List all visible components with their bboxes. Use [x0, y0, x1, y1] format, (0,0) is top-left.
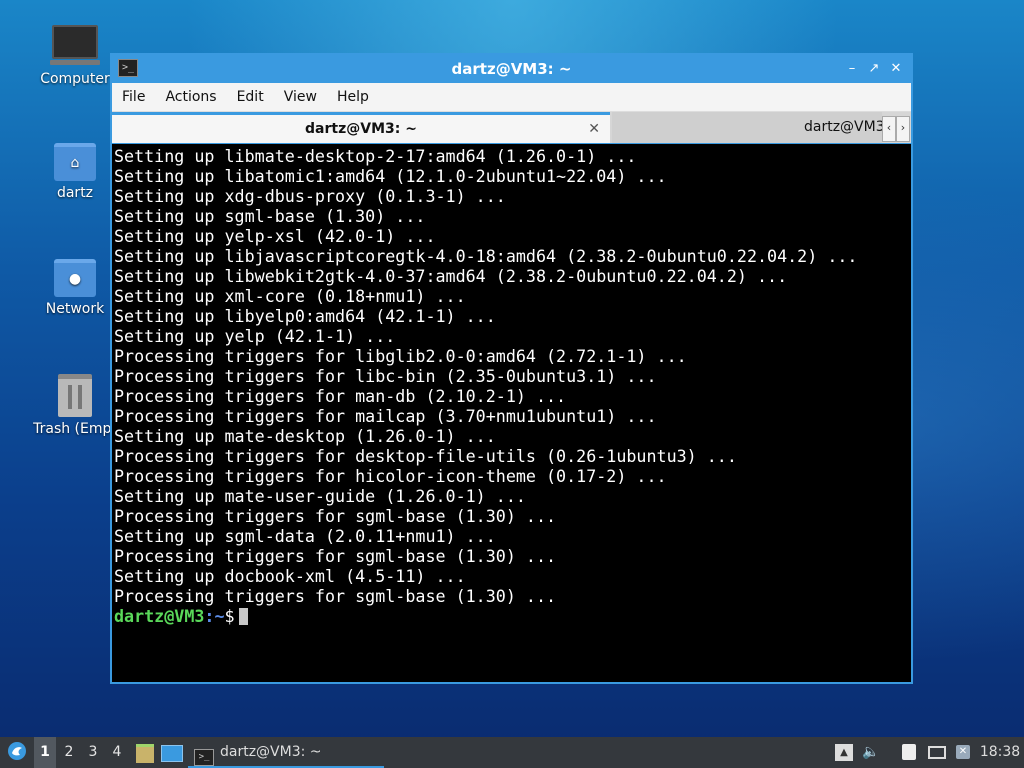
trash-icon	[58, 374, 92, 417]
window-titlebar[interactable]: >_ dartz@VM3: ~ – ↗ ✕	[112, 55, 911, 83]
network-folder-icon: ●	[54, 259, 96, 297]
terminal-line: Setting up docbook-xml (4.5-11) ...	[114, 566, 466, 586]
start-menu-button[interactable]	[4, 737, 30, 768]
menu-help[interactable]: Help	[327, 83, 379, 111]
terminal-line: Setting up libmate-desktop-2-17:amd64 (1…	[114, 146, 637, 166]
terminal-line: Processing triggers for man-db (2.10.2-1…	[114, 386, 567, 406]
terminal-line: Processing triggers for sgml-base (1.30)…	[114, 586, 557, 606]
prompt-user-host: dartz@VM3	[114, 606, 205, 626]
prompt-symbol: $	[224, 606, 235, 626]
desktop-icon-label: Trash (Empt	[33, 421, 117, 437]
minimize-button[interactable]: –	[843, 60, 861, 78]
desktop-icon-label: dartz	[56, 185, 94, 201]
tab-bar: dartz@VM3: ~ ✕ dartz@VM3: ~ ‹ ›	[112, 112, 911, 143]
tab-terminal-2[interactable]: dartz@VM3: ~	[612, 112, 882, 143]
terminal-window: >_ dartz@VM3: ~ – ↗ ✕ File Actions Edit Vie…	[110, 53, 913, 684]
menu-view[interactable]: View	[274, 83, 327, 111]
terminal-prompt: dartz@VM3:~$	[114, 606, 911, 626]
taskbar: 1 2 3 4 >_ dartz@VM3: ~ ▲ 🔈 ✕ 18:38	[0, 737, 1024, 768]
terminal-line: Setting up libatomic1:amd64 (12.1.0-2ubu…	[114, 166, 667, 186]
text-cursor	[238, 608, 248, 625]
menu-actions[interactable]: Actions	[155, 83, 226, 111]
tab-label: dartz@VM3: ~	[804, 119, 882, 135]
menu-edit[interactable]: Edit	[227, 83, 274, 111]
clock[interactable]: 18:38	[978, 737, 1022, 768]
workspace-4[interactable]: 4	[106, 737, 128, 768]
taskbar-terminal-task[interactable]: >_ dartz@VM3: ~	[188, 737, 384, 768]
desktop-icon-computer[interactable]: Computer	[30, 25, 120, 87]
file-manager-icon	[136, 744, 154, 763]
terminal-lines: Setting up libmate-desktop-2-17:amd64 (1…	[112, 144, 911, 626]
file-manager-launcher[interactable]	[134, 737, 156, 768]
terminal-line: Setting up mate-user-guide (1.26.0-1) ..…	[114, 486, 526, 506]
menubar: File Actions Edit View Help	[112, 83, 911, 112]
volume-icon[interactable]: 🔈	[862, 744, 880, 761]
window-title: dartz@VM3: ~	[451, 60, 572, 78]
desktop-icon-trash[interactable]: Trash (Empt	[30, 374, 120, 437]
tab-close-icon[interactable]: ✕	[588, 115, 600, 143]
workspace-1[interactable]: 1	[34, 737, 56, 768]
tray-up-arrow-icon[interactable]: ▲	[835, 744, 853, 761]
desktop-icon-label: Network	[45, 301, 105, 317]
terminal-line: Processing triggers for desktop-file-uti…	[114, 446, 737, 466]
distro-logo-icon	[8, 742, 26, 760]
prompt-path: :~	[204, 606, 225, 626]
terminal-line: Setting up xml-core (0.18+nmu1) ...	[114, 286, 466, 306]
tab-terminal-1[interactable]: dartz@VM3: ~ ✕	[112, 112, 610, 143]
terminal-line: Setting up libwebkit2gtk-4.0-37:amd64 (2…	[114, 266, 788, 286]
terminal-line: Processing triggers for libglib2.0-0:amd…	[114, 346, 687, 366]
terminal-line: Setting up yelp (42.1-1) ...	[114, 326, 396, 346]
computer-icon	[50, 25, 100, 65]
network-wired-icon[interactable]	[927, 744, 947, 761]
terminal-output[interactable]: Setting up libmate-desktop-2-17:amd64 (1…	[112, 144, 911, 682]
updates-icon[interactable]: ✕	[954, 744, 972, 761]
terminal-line: Setting up libjavascriptcoregtk-4.0-18:a…	[114, 246, 858, 266]
terminal-line: Setting up libyelp0:amd64 (42.1-1) ...	[114, 306, 496, 326]
close-button[interactable]: ✕	[887, 60, 905, 78]
home-folder-icon: ⌂	[54, 143, 96, 181]
desktop-icon-label: Computer	[40, 71, 110, 87]
tab-scroll-left-icon[interactable]: ‹	[882, 116, 896, 142]
terminal-line: Processing triggers for hicolor-icon-the…	[114, 466, 667, 486]
terminal-line: Setting up xdg-dbus-proxy (0.1.3-1) ...	[114, 186, 506, 206]
terminal-line: Processing triggers for sgml-base (1.30)…	[114, 506, 557, 526]
show-desktop-button[interactable]	[160, 737, 184, 768]
workspace-2[interactable]: 2	[58, 737, 80, 768]
desktop-icon-network[interactable]: ● Network	[30, 259, 120, 317]
tab-scroll-right-icon[interactable]: ›	[896, 116, 910, 142]
terminal-line: Processing triggers for libc-bin (2.35-0…	[114, 366, 657, 386]
terminal-line: Processing triggers for mailcap (3.70+nm…	[114, 406, 657, 426]
menu-file[interactable]: File	[112, 83, 155, 111]
workspace-3[interactable]: 3	[82, 737, 104, 768]
show-desktop-icon	[161, 745, 183, 762]
terminal-line: Setting up mate-desktop (1.26.0-1) ...	[114, 426, 496, 446]
terminal-line: Setting up sgml-data (2.0.11+nmu1) ...	[114, 526, 496, 546]
terminal-task-icon: >_	[194, 749, 214, 766]
task-label: dartz@VM3: ~	[220, 744, 322, 760]
terminal-line: Setting up sgml-base (1.30) ...	[114, 206, 426, 226]
terminal-line: Processing triggers for sgml-base (1.30)…	[114, 546, 557, 566]
terminal-line: Setting up yelp-xsl (42.0-1) ...	[114, 226, 436, 246]
clipboard-icon[interactable]	[900, 744, 918, 761]
desktop-icon-home[interactable]: ⌂ dartz	[30, 143, 120, 201]
tab-label: dartz@VM3: ~	[305, 121, 417, 137]
maximize-button[interactable]: ↗	[865, 60, 883, 78]
